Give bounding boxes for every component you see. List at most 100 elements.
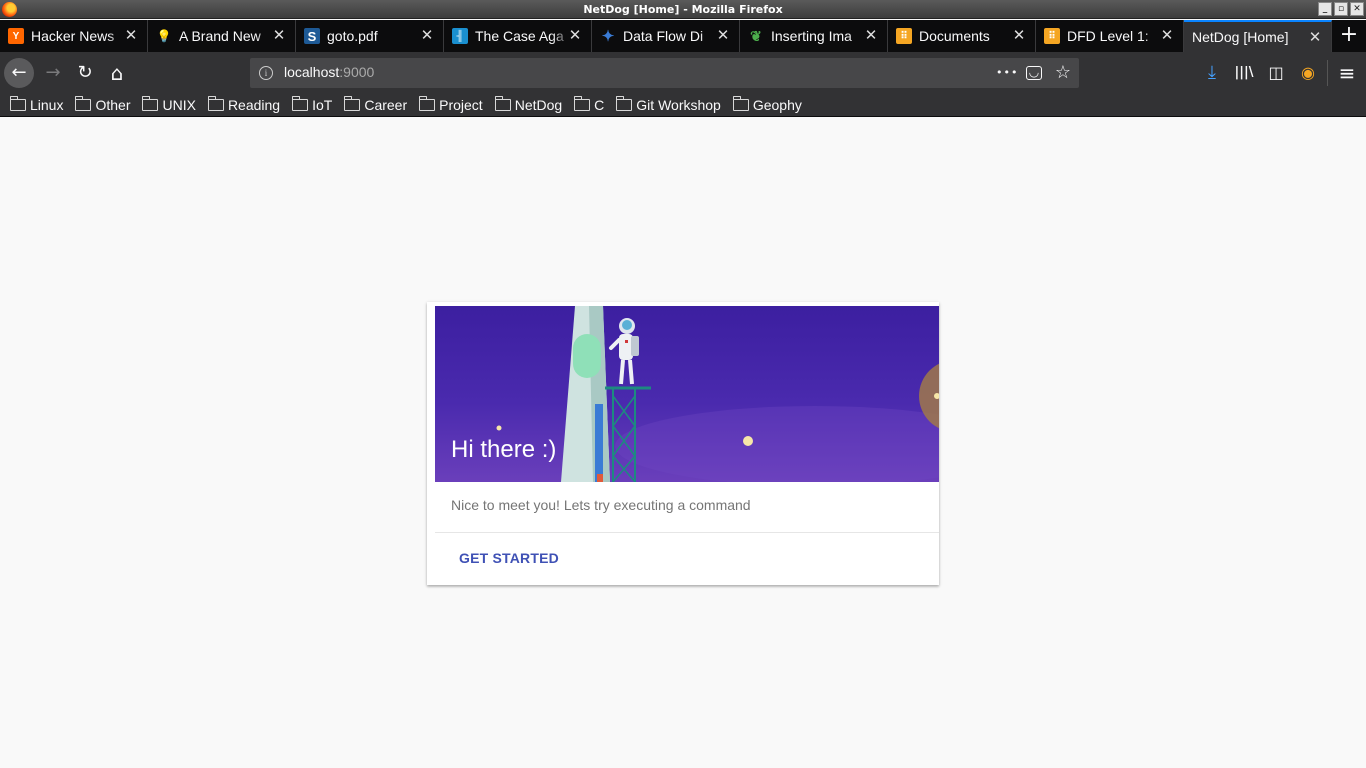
scribd-icon: S — [304, 28, 320, 44]
menu-icon[interactable]: ≡ — [1337, 63, 1357, 83]
pocket-icon[interactable]: ◡ — [1026, 66, 1042, 80]
welcome-card: Hi there :) Nice to meet you! Lets try e… — [427, 302, 939, 585]
tab-goto-pdf[interactable]: S goto.pdf ✕ — [296, 20, 444, 52]
close-tab-icon[interactable]: ✕ — [1159, 28, 1175, 44]
bookmark-folder-linux[interactable]: Linux — [10, 95, 64, 113]
card-hero-image: Hi there :) — [435, 306, 939, 482]
close-tab-icon[interactable]: ✕ — [863, 28, 879, 44]
tab-label: Data Flow Di — [623, 28, 704, 44]
tab-documents[interactable]: ⠿ Documents ✕ — [888, 20, 1036, 52]
toolbar-separator — [1327, 60, 1328, 86]
bookmarks-toolbar: Linux Other UNIX Reading IoT Career Proj… — [0, 93, 1366, 117]
back-button[interactable]: ← — [4, 58, 34, 88]
lightbulb-icon: 💡 — [156, 29, 172, 43]
bookmark-star-icon[interactable]: ☆ — [1053, 63, 1073, 83]
url-host: localhost — [284, 64, 340, 80]
home-button[interactable]: ⌂ — [102, 58, 132, 88]
close-tab-icon[interactable]: ✕ — [715, 28, 731, 44]
folder-icon — [344, 95, 361, 111]
card-supporting-text: Nice to meet you! Lets try executing a c… — [451, 497, 751, 513]
bookmark-label: Linux — [30, 96, 64, 113]
bookmark-folder-netdog[interactable]: NetDog — [494, 95, 563, 113]
close-window-button[interactable]: ✕ — [1350, 2, 1364, 16]
folder-icon — [142, 95, 159, 111]
tab-label: Documents — [919, 28, 990, 44]
window-titlebar: NetDog [Home] - Mozilla Firefox _ ▫ ✕ — [0, 0, 1366, 19]
folder-icon — [732, 95, 749, 111]
folder-icon — [494, 95, 511, 111]
folder-icon — [292, 95, 309, 111]
bookmark-label: Career — [364, 96, 408, 113]
card-title: Hi there :) — [451, 436, 557, 463]
tab-strip: Y Hacker News ✕ 💡 A Brand New ✕ S goto.p… — [0, 20, 1366, 52]
bookmark-folder-geophy[interactable]: Geophy — [732, 95, 802, 113]
close-tab-icon[interactable]: ✕ — [271, 28, 287, 44]
bookmark-folder-reading[interactable]: Reading — [207, 95, 281, 113]
minimize-window-button[interactable]: _ — [1318, 2, 1332, 16]
url-text[interactable]: localhost:9000 — [284, 64, 374, 80]
tab-label: Hacker News — [31, 28, 115, 44]
tab-label: NetDog [Home] — [1192, 29, 1289, 45]
bookmark-label: UNIX — [162, 96, 196, 113]
bookmark-folder-git-workshop[interactable]: Git Workshop — [616, 95, 721, 113]
overleaf-icon: ❦ — [750, 27, 762, 44]
folder-icon — [419, 95, 436, 111]
tab-hacker-news[interactable]: Y Hacker News ✕ — [0, 20, 148, 52]
documents-icon: ⠿ — [896, 28, 912, 44]
window-title: NetDog [Home] - Mozilla Firefox — [583, 3, 783, 16]
bookmark-label: IoT — [312, 96, 333, 113]
reload-button[interactable]: ↻ — [70, 58, 100, 88]
tab-label: goto.pdf — [327, 28, 378, 44]
close-tab-icon[interactable]: ✕ — [567, 28, 583, 44]
documents-icon: ⠿ — [1044, 28, 1060, 44]
close-tab-icon[interactable]: ✕ — [419, 28, 435, 44]
bookmark-folder-iot[interactable]: IoT — [292, 95, 333, 113]
page-actions-icon[interactable]: ••• — [996, 63, 1017, 83]
tab-data-flow-diagram[interactable]: ✦ Data Flow Di ✕ — [592, 20, 740, 52]
downloads-icon[interactable]: ⤓ — [1202, 63, 1222, 83]
bookmark-label: Other — [95, 96, 131, 113]
folder-icon — [616, 95, 633, 111]
tab-inserting-images[interactable]: ❦ Inserting Ima ✕ — [740, 20, 888, 52]
bookmark-folder-other[interactable]: Other — [75, 95, 131, 113]
bookmark-label: NetDog — [514, 96, 563, 113]
url-port: :9000 — [339, 64, 375, 80]
card-divider — [435, 532, 939, 533]
extension-icon[interactable]: ◉ — [1298, 63, 1318, 83]
tab-label: Inserting Ima — [771, 28, 852, 44]
tab-the-case-against[interactable]: ╢ The Case Aga ✕ — [444, 20, 592, 52]
bookmark-label: C — [594, 96, 605, 113]
close-tab-icon[interactable]: ✕ — [1307, 30, 1323, 46]
bookmark-label: Reading — [227, 96, 281, 113]
restore-window-button[interactable]: ▫ — [1334, 2, 1348, 16]
forward-button[interactable]: → — [38, 58, 68, 88]
folder-icon — [75, 95, 92, 111]
hacker-news-icon: Y — [8, 28, 24, 44]
tab-dfd-level-1[interactable]: ⠿ DFD Level 1: ✕ — [1036, 20, 1184, 52]
bookmark-label: Geophy — [752, 96, 802, 113]
sidebar-icon[interactable]: ◫ — [1266, 63, 1286, 83]
library-icon[interactable]: |||\ — [1234, 63, 1254, 83]
close-tab-icon[interactable]: ✕ — [123, 28, 139, 44]
navigation-toolbar: ← → ↻ ⌂ i localhost:9000 ••• ◡ ☆ ⤓ |||\ … — [0, 52, 1366, 93]
bookmark-label: Project — [439, 96, 483, 113]
new-tab-button[interactable]: + — [1332, 20, 1366, 52]
folder-icon — [574, 95, 591, 111]
address-bar[interactable]: i localhost:9000 ••• ◡ ☆ — [250, 58, 1079, 88]
tab-a-brand-new[interactable]: 💡 A Brand New ✕ — [148, 20, 296, 52]
tab-label: A Brand New — [179, 28, 261, 44]
bookmark-label: Git Workshop — [636, 96, 721, 113]
bookmark-folder-c[interactable]: C — [574, 95, 605, 113]
bookmark-folder-unix[interactable]: UNIX — [142, 95, 196, 113]
tab-netdog-home[interactable]: NetDog [Home] ✕ — [1184, 20, 1332, 52]
close-tab-icon[interactable]: ✕ — [1011, 28, 1027, 44]
tab-label: DFD Level 1: — [1067, 28, 1149, 44]
site-info-icon[interactable]: i — [259, 66, 273, 80]
bookmark-folder-career[interactable]: Career — [344, 95, 408, 113]
diagram-icon: ✦ — [601, 28, 615, 45]
site-icon: ╢ — [452, 28, 468, 44]
bookmark-folder-project[interactable]: Project — [419, 95, 483, 113]
get-started-button[interactable]: GET STARTED — [451, 546, 567, 570]
folder-icon — [207, 95, 224, 111]
tab-label: The Case Aga — [475, 28, 564, 44]
